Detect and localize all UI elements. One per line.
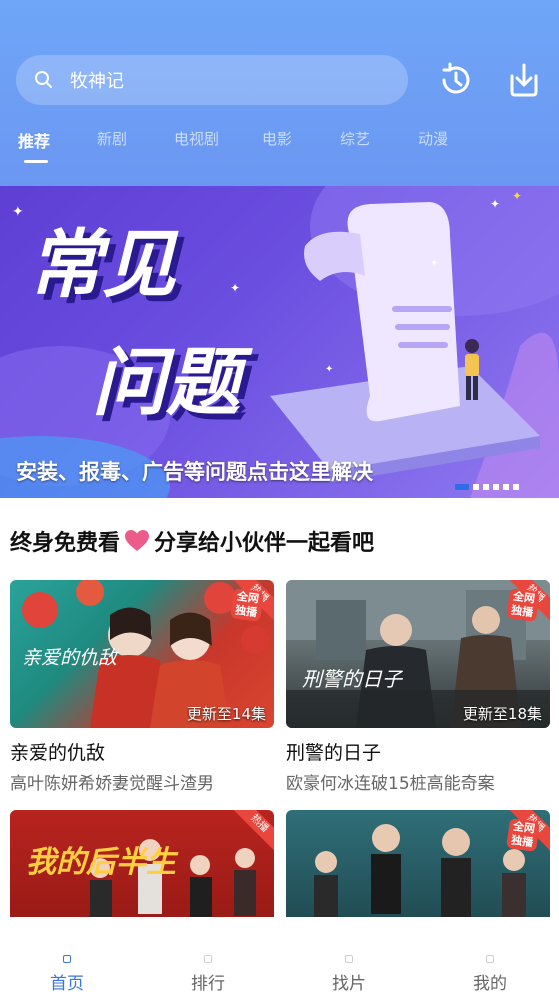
poster-title-text: 我的后半生	[26, 845, 179, 880]
tab-anime[interactable]: 动漫	[418, 128, 448, 149]
exclusive-badge: 全网独播	[506, 818, 540, 852]
poster-image[interactable]: 亲爱的仇敌 热播 全网独播 更新至14集	[10, 580, 274, 728]
app-root: 牧神记 推荐 新剧 电视剧 电影 综艺 动漫 ✦ ✦ ✦ ✦ ✦ ✦ 常见 常见…	[0, 0, 559, 995]
search-icon	[35, 71, 52, 88]
nav-home[interactable]: 首页	[37, 955, 97, 994]
card-title[interactable]: 刑警的日子	[286, 738, 550, 765]
card-subtitle: 高叶陈妍希娇妻觉醒斗渣男	[10, 774, 214, 794]
poster-image[interactable]: 刑警的日子 热播 全网独播 更新至18集	[286, 580, 550, 728]
drama-card[interactable]: 热播 全网独播	[286, 810, 550, 917]
poster-title-text: 刑警的日子	[302, 667, 404, 691]
ranking-icon	[204, 955, 212, 963]
tab-tv-series[interactable]: 电视剧	[174, 128, 219, 149]
tab-variety[interactable]: 综艺	[340, 128, 370, 149]
heart-icon	[125, 530, 150, 551]
nav-ranking-label: 排行	[191, 974, 225, 994]
svg-text:✦: ✦	[230, 281, 240, 295]
carousel-dot[interactable]	[473, 484, 479, 490]
discover-icon	[345, 955, 353, 963]
svg-text:✦: ✦	[325, 364, 333, 375]
episode-badge: 更新至18集	[462, 705, 542, 723]
download-button[interactable]	[504, 60, 544, 100]
nav-discover[interactable]: 找片	[319, 955, 379, 994]
tab-movie[interactable]: 电影	[262, 128, 292, 149]
poster-image[interactable]: 我的后半生 热播	[10, 810, 274, 917]
carousel-dot[interactable]	[503, 484, 509, 490]
search-bar[interactable]: 牧神记	[16, 55, 408, 105]
profile-icon	[486, 955, 494, 963]
tab-recommend[interactable]: 推荐	[18, 128, 50, 152]
carousel-dot[interactable]	[493, 484, 499, 490]
carousel-dot[interactable]	[483, 484, 489, 490]
drama-card[interactable]: 亲爱的仇敌 热播 全网独播 更新至14集 亲爱的仇敌 高叶陈妍希娇妻觉醒斗渣男	[10, 580, 274, 794]
home-icon	[63, 955, 71, 963]
poster-title-text: 亲爱的仇敌	[22, 647, 120, 669]
exclusive-badge: 全网独播	[506, 588, 540, 622]
nav-discover-label: 找片	[332, 974, 366, 994]
episode-badge: 更新至14集	[186, 705, 266, 723]
nav-home-label: 首页	[50, 974, 84, 994]
top-header: 牧神记 推荐 新剧 电视剧 电影 综艺 动漫	[0, 0, 559, 186]
banner-illustration: ✦ ✦ ✦ ✦ ✦ ✦ 常见 常见 问题 问题	[0, 186, 559, 498]
nav-profile[interactable]: 我的	[460, 955, 520, 994]
nav-profile-label: 我的	[473, 974, 507, 994]
banner-caption: 安装、报毒、广告等问题点击这里解决	[16, 460, 373, 484]
card-title[interactable]: 亲爱的仇敌	[10, 738, 274, 765]
carousel-dot[interactable]	[513, 484, 519, 490]
section-title: 终身免费看 分享给小伙伴一起看吧	[10, 525, 374, 557]
nav-ranking[interactable]: 排行	[178, 955, 238, 994]
download-icon	[510, 63, 538, 97]
drama-card[interactable]: 刑警的日子 热播 全网独播 更新至18集 刑警的日子 欧豪何冰连破15桩高能奇案	[286, 580, 550, 794]
section-title-left: 终身免费看	[10, 531, 121, 556]
svg-text:✦: ✦	[12, 204, 24, 220]
carousel-indicator	[455, 484, 519, 490]
section-title-right: 分享给小伙伴一起看吧	[154, 531, 375, 556]
svg-text:✦: ✦	[490, 197, 500, 211]
card-subtitle: 欧豪何冰连破15桩高能奇案	[286, 774, 495, 794]
faq-banner[interactable]: ✦ ✦ ✦ ✦ ✦ ✦ 常见 常见 问题 问题 安装、报毒、广告等问题点击这里解…	[0, 186, 559, 498]
svg-text:✦: ✦	[512, 189, 522, 203]
category-tabs: 推荐 新剧 电视剧 电影 综艺 动漫	[0, 128, 559, 168]
active-tab-indicator	[24, 160, 48, 163]
svg-text:✦: ✦	[430, 258, 438, 269]
search-text[interactable]: 牧神记	[70, 67, 124, 93]
banner-headline-line2: 问题	[92, 340, 253, 426]
history-icon	[442, 62, 470, 94]
poster-image[interactable]: 热播 全网独播	[286, 810, 550, 917]
banner-headline-line1: 常见	[28, 222, 179, 308]
bottom-navigation: 首页 排行 找片 我的	[0, 917, 559, 995]
poster-art: 我的后半生	[26, 839, 256, 917]
exclusive-badge: 全网独播	[230, 588, 264, 622]
tab-new-drama[interactable]: 新剧	[97, 128, 127, 149]
history-button[interactable]	[436, 60, 476, 100]
carousel-dot[interactable]	[455, 484, 469, 490]
drama-card[interactable]: 我的后半生 热播	[10, 810, 274, 917]
